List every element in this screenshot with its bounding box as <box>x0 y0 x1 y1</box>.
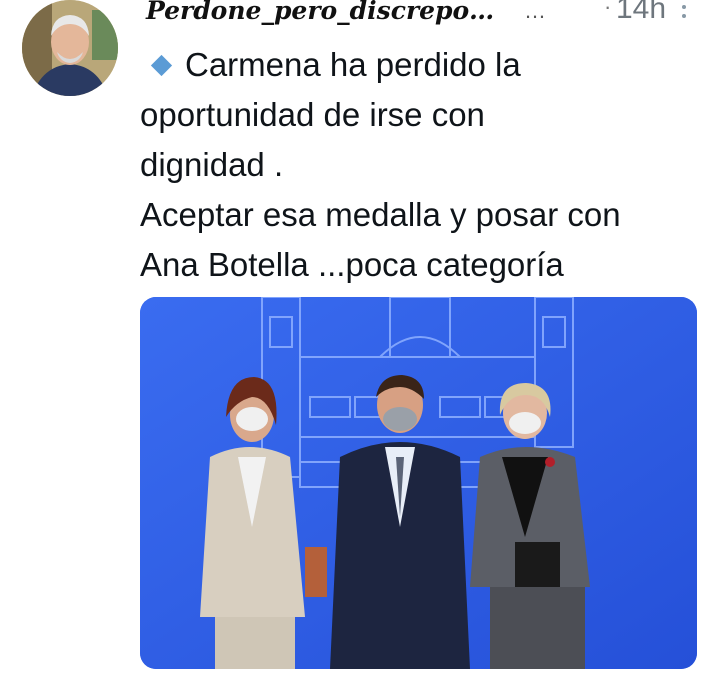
tweet-text-line-2: dignidad . <box>140 146 284 183</box>
separator-dot: · <box>604 0 612 19</box>
blue-diamond-icon <box>150 54 173 76</box>
more-vertical-icon[interactable] <box>678 0 690 20</box>
avatar[interactable] <box>22 0 118 96</box>
tweet-text: Carmena ha perdido la oportunidad de irs… <box>140 40 710 290</box>
tweet-header: Perdone_pero_discrepo… … · 14h <box>146 0 706 30</box>
tweet-text-line-0: Carmena ha perdido la <box>185 46 521 83</box>
name-ellipsis: … <box>524 0 546 23</box>
tweet-text-line: Carmena ha perdido la <box>140 40 710 90</box>
display-name[interactable]: Perdone_pero_discrepo… <box>146 0 494 25</box>
tweet-photo[interactable] <box>140 297 697 669</box>
timestamp[interactable]: 14h <box>616 0 666 26</box>
tweet-text-line-3: Aceptar esa medalla y posar con <box>140 196 621 233</box>
tweet-text-line-1: oportunidad de irse con <box>140 96 485 133</box>
photo-three-people-in-masks <box>140 297 697 669</box>
tweet-text-line-4: Ana Botella ...poca categoría <box>140 246 564 283</box>
